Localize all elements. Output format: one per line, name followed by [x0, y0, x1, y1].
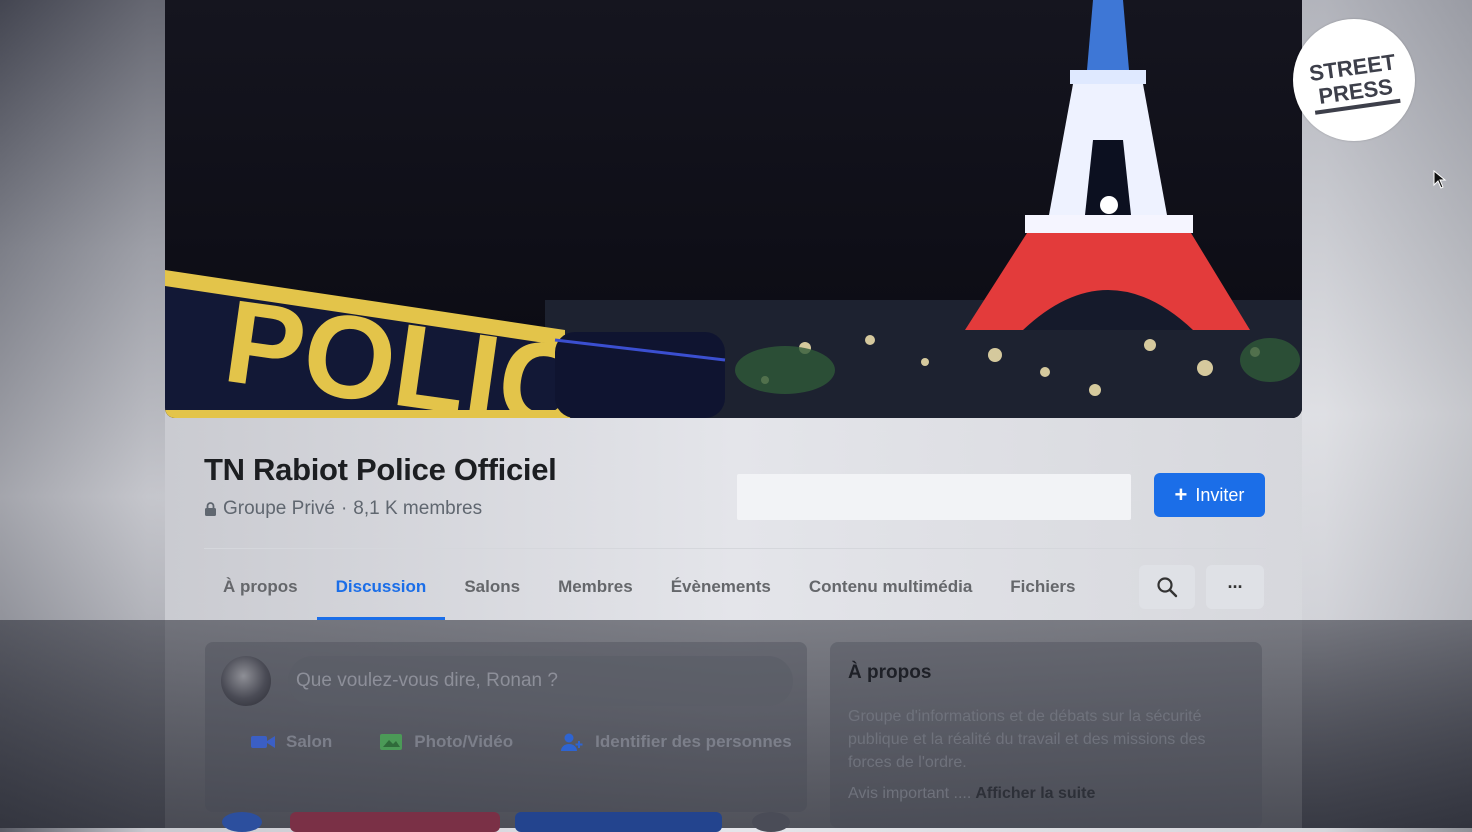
- cover-photo: POLICE: [165, 0, 1302, 418]
- tab-discussion[interactable]: Discussion: [316, 558, 446, 620]
- streetpress-logo: STREET PRESS: [1293, 19, 1415, 141]
- salon-label: Salon: [286, 732, 333, 751]
- tab-membres[interactable]: Membres: [539, 558, 652, 616]
- group-meta: Groupe Privé · 8,1 K membres: [204, 498, 482, 520]
- avatar[interactable]: [221, 656, 271, 706]
- group-privacy[interactable]: Groupe Privé: [223, 498, 335, 520]
- invite-label: Inviter: [1195, 484, 1245, 505]
- partial-avatar: [222, 812, 262, 832]
- group-title: TN Rabiot Police Officiel: [204, 452, 557, 487]
- tag-people-button[interactable]: Identifier des personnes: [559, 732, 792, 752]
- about-notice-text: Avis important ....: [848, 785, 972, 802]
- composer-placeholder: Que voulez-vous dire, Ronan ?: [296, 670, 558, 691]
- plus-icon: +: [1174, 482, 1188, 507]
- redacted-member-area: [737, 474, 1131, 520]
- photo-icon: [380, 734, 403, 750]
- composer-actions: Salon Photo/Vidéo Identifier des personn…: [250, 732, 792, 752]
- tab-contenu-multimedia[interactable]: Contenu multimédia: [790, 558, 991, 616]
- group-tabs: À propos Discussion Salons Membres Évène…: [204, 558, 1094, 622]
- more-options-button[interactable]: ···: [1206, 565, 1264, 609]
- tab-a-propos[interactable]: À propos: [204, 558, 317, 616]
- salon-button[interactable]: Salon: [250, 732, 332, 752]
- about-title: À propos: [848, 662, 932, 683]
- group-members-count[interactable]: 8,1 K membres: [353, 498, 482, 520]
- lock-icon: [205, 502, 216, 516]
- cover-illustration: POLICE: [165, 0, 1302, 418]
- tab-fichiers[interactable]: Fichiers: [991, 558, 1094, 616]
- logo-mark: STREET PRESS: [1308, 49, 1401, 115]
- photo-video-label: Photo/Vidéo: [414, 732, 514, 751]
- mouse-cursor-icon: [1433, 170, 1447, 189]
- tab-evenements[interactable]: Évènements: [652, 558, 790, 616]
- search-icon: [1157, 577, 1178, 598]
- partial-icon: [752, 812, 790, 832]
- more-dots-icon: ···: [1227, 576, 1244, 597]
- photo-video-button[interactable]: Photo/Vidéo: [378, 732, 513, 752]
- partial-button[interactable]: [290, 812, 500, 832]
- meta-separator: ·: [340, 498, 348, 519]
- header-divider: [204, 548, 1266, 549]
- show-more-link[interactable]: Afficher la suite: [975, 785, 1095, 802]
- left-backdrop: [0, 0, 165, 828]
- tab-salons[interactable]: Salons: [445, 558, 539, 616]
- invite-button[interactable]: + Inviter: [1154, 473, 1265, 517]
- tag-people-icon: [561, 733, 583, 751]
- group-search-button[interactable]: [1139, 565, 1195, 609]
- about-notice: Avis important .... Afficher la suite: [848, 785, 1095, 803]
- tag-people-label: Identifier des personnes: [595, 732, 792, 751]
- composer-input[interactable]: Que voulez-vous dire, Ronan ?: [288, 656, 793, 706]
- about-description: Groupe d'informations et de débats sur l…: [848, 708, 1206, 771]
- partial-button[interactable]: [515, 812, 722, 832]
- video-camera-icon: [251, 736, 275, 748]
